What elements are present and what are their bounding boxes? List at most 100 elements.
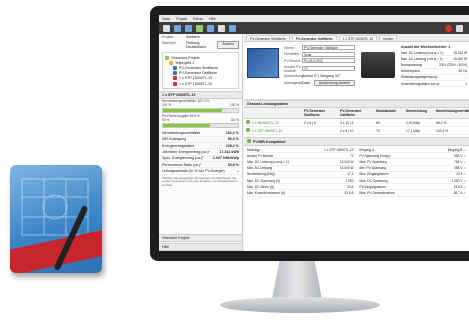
generator-fields: Name: PV-Generator Ostfläche Hersteller:… [282,42,357,99]
tree-item-label: 1 x STP 15000TL-10 [179,81,213,86]
inverter-count-label: Anzahl der Wechselrichter: 1 [401,45,451,49]
inverter-summary: Anzahl der Wechselrichter: 1 Max. DC-Lei… [399,42,469,99]
manufacturer-field: Hersteller: Solar [284,51,355,57]
monitor-frame: Datei Projekt Extras Hilfe Projekt: Sunf… [150,6,469,261]
result-value: 108,2 % [225,143,239,148]
project-label: Projekt: [162,35,175,39]
result-value: 102,3 % [225,130,239,135]
pv-module-image [247,48,279,78]
settings-icon[interactable] [218,24,225,32]
project-overview-link[interactable]: Übersicht Projekt [159,234,242,242]
folder-icon [169,60,173,65]
monitor-base [220,297,380,313]
footnote-text: *Wichtig: Die ausgelegten Ertragswerte s… [162,175,238,187]
rated-power-bar [162,108,239,114]
bar-max-label: 110 % [230,118,239,123]
column-header: PV-Generator Südfläche [304,109,326,117]
tab-costs[interactable]: Kosten [379,35,398,41]
project-icon [165,55,169,60]
spec-label: Max. AC-Leistung (cos φ = 1): [401,56,444,61]
detail-label: Max. AC-Leistung [247,166,273,171]
overview-table: 1 x SB 5000TL-20 2 x 5 | 5 3 x 10 | 5 60 0,0… [244,119,469,135]
detail-label: Max. PV-Generatorstrom [359,190,395,195]
tab-generator-south[interactable]: PV-Generator Südfläche [246,35,290,41]
menu-item-hilfe[interactable]: Hilfe [209,17,216,21]
column-header: Nennleistung [406,109,427,113]
detail-value: 488 V ✓ [454,166,466,171]
inverter-icon [173,76,177,81]
ok-status-icon [246,120,250,124]
rated-power-bar-scale: 100 % 100 % [159,103,242,107]
project-value: Sunfarm [186,35,200,39]
table-cell: 1 x STP 15000TL-10 [246,128,304,133]
tree-item-inverter-2[interactable]: 1 x STP 15000TL-10 [165,81,236,86]
check-icon: ✓ [463,159,466,164]
spec-value: 15.340 W [453,50,467,55]
detail-label: PV-Eingangsstrom [359,184,386,189]
table-cell: 0,00 kWp [406,120,420,125]
menu-item-projekt[interactable]: Projekt [176,17,187,21]
table-cell: 96,1 % [436,120,447,125]
detail-value: 1 x STP 15000TL-10 [324,147,354,152]
detail-value: 22 A ✓ [456,172,466,177]
spec-value: 50 Hz [458,69,467,74]
inverter-image [361,52,395,78]
check-icon: ✓ [463,178,466,183]
inverter-section-title: 1 x STP 15000TL-10 [159,91,242,100]
result-label: Jährlicher Energieertrag (ca.)* [162,149,210,154]
detail-value: 17,1 [347,172,354,177]
name-field: Name: PV-Generator Ostfläche [284,45,355,50]
location-value: Freiburg, Deutschland [186,41,206,49]
tree-item-label: 1 x STP 15000TL-10 [179,76,213,81]
check-icon: ✓ [463,172,466,177]
help-icon[interactable] [445,24,452,32]
orientation-field: Ausrichtung: Azimut 0° | Neigung 30° [284,74,355,78]
manufacturer-select[interactable]: Solar [302,51,355,57]
help-link[interactable]: Hilfe [159,243,242,251]
detail-value: 15.000 W [339,166,354,171]
orientation-value: Azimut 0° | Neigung 30° [302,74,341,78]
spec-label: Wirkleistungsbegrenzung: [401,75,438,80]
location-row: Standort: Freiburg, Deutschland Ändern [159,40,242,50]
overview-title: Gesamt-Leistungsdaten [244,100,469,108]
name-input[interactable]: PV-Generator Ostfläche [302,45,355,50]
result-value: 1.027 kWh/kWp [212,156,239,161]
detail-label: Min. PV-Spannung [359,166,387,171]
tab-inverter[interactable]: 1 x STP 15000TL-10 [338,35,378,41]
add-generator-icon[interactable] [196,24,203,32]
change-orientation-button[interactable]: Ausrichtung ändern [313,79,355,86]
pv-module-select[interactable]: PV-013 (200) [302,58,355,63]
result-value: -- [236,169,239,174]
tools-icon[interactable] [456,24,463,32]
check-icon: ✓ [463,184,466,189]
product-box-face [10,165,102,273]
print-icon[interactable] [229,24,236,32]
open-folder-icon[interactable] [174,24,181,32]
ok-status-icon [247,139,251,143]
tree-item-label: Teilprojekt 1 [175,60,195,65]
spec-value: 1 [465,81,467,86]
menu-item-datei[interactable]: Datei [162,17,170,21]
tab-generator-east[interactable]: PV-Generator Ostfläche [291,35,337,41]
menu-item-extras[interactable]: Extras [193,17,203,21]
compatibility-title: PV/WR-Kompatibel [244,137,469,146]
detail-label: Max. PV-Spannung [359,159,387,164]
check-icon: ✓ [463,166,466,171]
module-count-input[interactable]: 70 [302,66,355,71]
table-cell: 2 x 5 | 5 [304,120,316,125]
table-row[interactable]: 1 x STP 15000TL-10 2 x 8 | 10 70 17,1 kWp 10… [244,127,469,135]
new-file-icon[interactable] [163,24,170,32]
bar-min-label: 90 % [162,118,170,123]
compatibility-left-column: Modultyp 1 x STP 15000TL-10 Anzahl PV-Modu… [244,146,357,198]
detail-label: Max. Eingangsstrom [359,172,389,177]
spec-value: 15.000 W [453,56,467,61]
table-row[interactable]: 1 x SB 5000TL-20 2 x 5 | 5 3 x 10 | 5 60 0,0… [244,119,469,127]
detail-label: Max. DC-Strom (A) [247,184,275,189]
overview-table-head: PV-Generator Südfläche PV-Generator Ostfl… [244,108,469,119]
pv-module-field: PV-Modul: PV-013 (200) [284,58,355,63]
detail-value: 583 V ✓ [454,153,466,158]
result-label: Energieertragsfaktor [162,143,195,148]
change-location-button[interactable]: Ändern [217,41,239,49]
save-icon[interactable] [185,24,192,32]
add-inverter-icon[interactable] [207,24,214,32]
